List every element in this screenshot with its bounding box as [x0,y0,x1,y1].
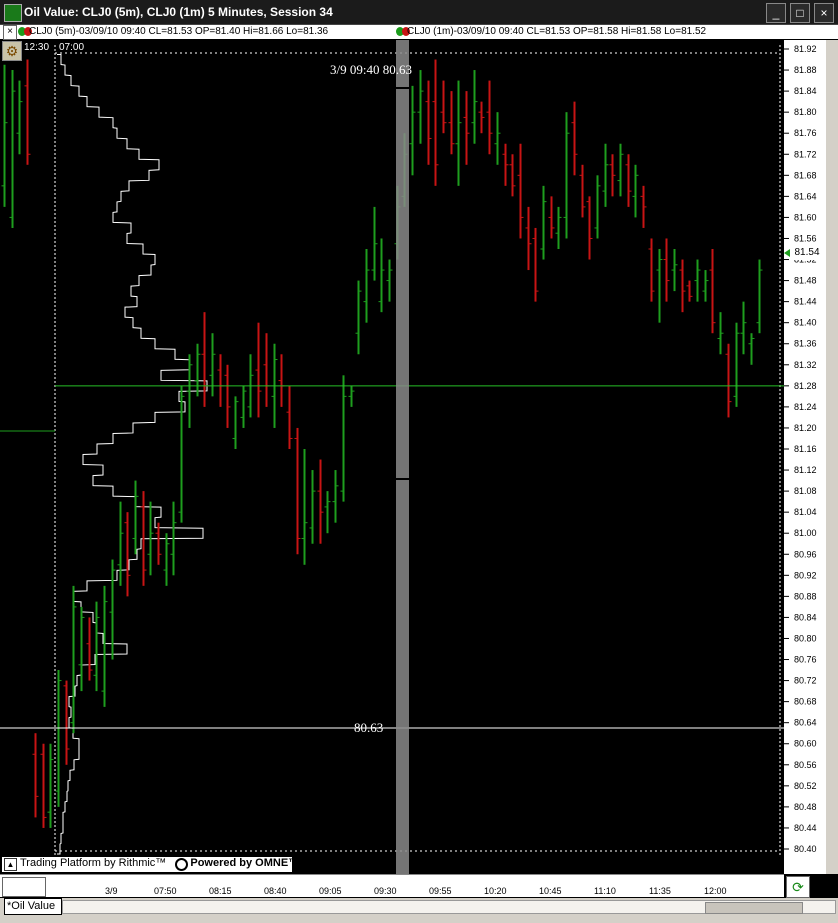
time-axis[interactable]: 3/9 07:50 08:15 08:40 09:05 09:30 09:55 … [0,874,784,897]
refresh-icon[interactable]: ⟳ [786,876,810,898]
crosshair-band [396,40,409,874]
price-tick-label: 81.16 [794,444,817,454]
price-tick-label: 80.72 [794,676,817,686]
last-price-marker: 81.54 [790,246,824,260]
gear-icon[interactable]: ⚙ [2,41,22,61]
volume-profile [57,54,208,855]
price-tick-label: 80.56 [794,760,817,770]
price-tick-label: 81.12 [794,465,817,475]
price-tick-label: 80.88 [794,591,817,601]
price-tick-label: 80.64 [794,718,817,728]
maximize-button[interactable]: □ [790,3,810,23]
price-tick-label: 81.24 [794,402,817,412]
time-label: 08:40 [264,886,287,896]
price-tick-label: 80.60 [794,739,817,749]
tab-oil-value[interactable]: *Oil Value [4,898,62,915]
time-label: 11:10 [594,886,616,896]
time-label: 10:20 [484,886,507,896]
price-tick-label: 81.36 [794,339,817,349]
price-tick-label: 80.84 [794,612,817,622]
close-button[interactable]: × [814,3,834,23]
time-label: 3/9 [105,886,118,896]
price-tick-label: 80.76 [794,655,817,665]
legend-series-2[interactable]: CLJ0 (1m)-03/09/10 09:40 CL=81.53 OP=81.… [407,26,706,37]
price-tick-label: 81.88 [794,65,817,75]
price-tick-label: 80.40 [794,844,817,854]
session-label-left: 12:30 [24,42,50,53]
time-label: 08:15 [209,886,232,896]
session-label-right: 07:00 [59,42,85,53]
expand-icon[interactable]: ▲ [4,858,17,871]
price-tick-label: 81.72 [794,149,817,159]
price-tick-label: 81.84 [794,86,817,96]
price-tick-label: 81.20 [794,423,817,433]
price-tick-label: 80.80 [794,633,817,643]
price-tick-label: 81.28 [794,381,817,391]
horizontal-scrollbar[interactable] [62,900,836,914]
price-tick-label: 81.92 [794,44,817,54]
chart-legend-bar: × CLJ0 (5m)-03/09/10 09:40 CL=81.53 OP=8… [0,25,838,40]
watermark-right: Powered by OMNE™ [190,857,300,869]
minimize-button[interactable]: _ [766,3,786,23]
window-title: Oil Value: CLJ0 (5m), CLJ0 (1m) 5 Minute… [24,5,333,19]
price-tick-label: 80.48 [794,802,817,812]
bottom-bar: *Oil Value [0,898,838,923]
price-tick-label: 81.60 [794,212,817,222]
price-tick-label: 81.56 [794,233,817,243]
price-tick-label: 81.00 [794,528,817,538]
time-axis-box[interactable] [2,877,46,897]
scrollbar-thumb[interactable] [705,902,803,914]
price-tick-label: 81.04 [794,507,817,517]
price-tick-label: 81.08 [794,486,817,496]
legend-series-1[interactable]: CLJ0 (5m)-03/09/10 09:40 CL=81.53 OP=81.… [29,26,328,37]
hline-label: 80.63 [354,720,383,735]
price-chart[interactable]: 81.92 81.88 81.84 81.80 81.76 81.72 81.68 81.64… [0,40,838,874]
legend-close-icon[interactable]: × [3,25,17,40]
price-axis [784,40,826,874]
time-label: 12:00 [704,886,727,896]
crosshair-label: 3/9 09:40 80.63 [330,62,412,77]
price-tick-label: 80.96 [794,549,817,559]
right-edge-panel [826,40,838,874]
omne-logo-icon [175,858,189,871]
time-label: 11:35 [649,886,671,896]
time-label: 07:50 [154,886,177,896]
time-label: 09:55 [429,886,452,896]
price-tick-label: 81.76 [794,128,817,138]
price-tick-label: 80.52 [794,781,817,791]
price-tick-label: 81.64 [794,191,817,201]
price-tick-label: 81.40 [794,318,817,328]
window-titlebar: Oil Value: CLJ0 (5m), CLJ0 (1m) 5 Minute… [0,0,838,25]
price-tick-label: 81.68 [794,170,817,180]
price-tick-label: 81.48 [794,276,817,286]
price-tick-label: 80.44 [794,823,817,833]
price-tick-label: 81.44 [794,297,817,307]
time-label: 09:05 [319,886,342,896]
watermark-left: Trading Platform by Rithmic™ [20,857,167,869]
price-tick-label: 80.92 [794,570,817,580]
platform-watermark: ▲ Trading Platform by Rithmic™ Powered by… [2,857,299,872]
app-icon [4,4,22,22]
price-tick-label: 81.80 [794,107,817,117]
time-label: 09:30 [374,886,397,896]
price-tick-label: 81.32 [794,360,817,370]
price-tick-label: 80.68 [794,697,817,707]
time-label: 10:45 [539,886,562,896]
